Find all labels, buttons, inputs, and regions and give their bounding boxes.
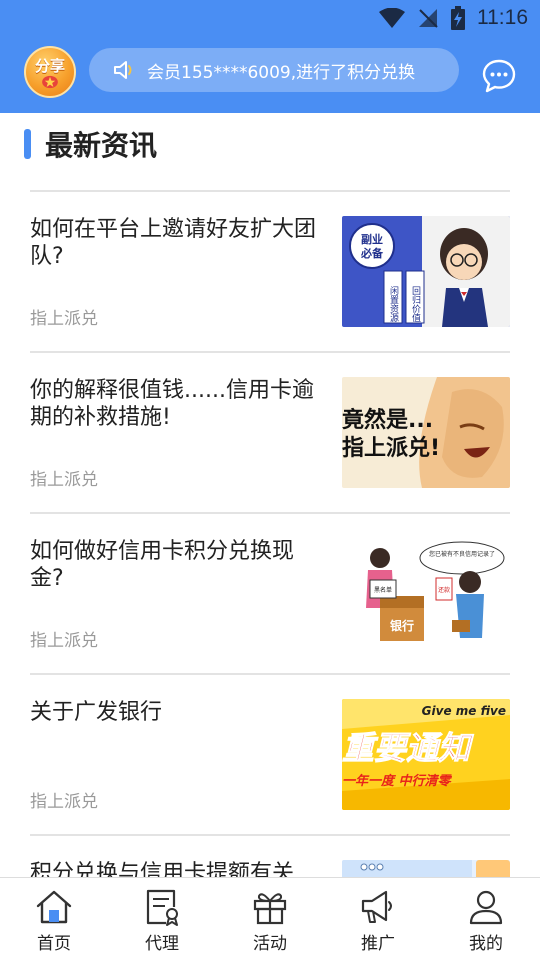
share-button[interactable]: 分享 bbox=[24, 46, 76, 98]
megaphone-icon bbox=[361, 890, 392, 923]
home-icon bbox=[36, 890, 72, 924]
nav-label: 我的 bbox=[469, 934, 503, 954]
news-item[interactable]: 关于广发银行 指上派兑 Give me five 重要通知 一年一度 中行清零 bbox=[30, 699, 510, 813]
news-thumbnail: 竟然是... 指上派兑! bbox=[342, 377, 510, 488]
nav-item-promote[interactable]: 推广 bbox=[324, 878, 432, 960]
section-header: 最新资讯 bbox=[24, 124, 157, 164]
thumb-text: 还款 bbox=[438, 586, 450, 594]
nav-item-mine[interactable]: 我的 bbox=[432, 878, 540, 960]
speaker-icon bbox=[114, 61, 132, 79]
news-item[interactable]: 如何做好信用卡积分兑换现金? 指上派兑 您已被有不良信用记录了 银行 黑名单 还… bbox=[30, 538, 510, 652]
bottom-nav: 首页 代理 活动 推广 我的 bbox=[0, 877, 540, 960]
nav-label: 首页 bbox=[37, 934, 71, 954]
wifi-icon bbox=[379, 8, 405, 28]
nav-item-home[interactable]: 首页 bbox=[0, 878, 108, 960]
news-source: 指上派兑 bbox=[30, 309, 98, 329]
divider bbox=[30, 673, 510, 675]
star-icon bbox=[42, 75, 58, 88]
thumb-text: 一年一度 中行清零 bbox=[342, 773, 453, 789]
news-title: 如何做好信用卡积分兑换现金? bbox=[30, 539, 295, 591]
nav-item-activity[interactable]: 活动 bbox=[216, 878, 324, 960]
notice-text: 会员155****6009,进行了积分兑换 bbox=[147, 62, 416, 83]
divider bbox=[30, 834, 510, 836]
thumb-text: 您已被有不良信用记录了 bbox=[429, 550, 495, 558]
thumb-text: 重要通知 bbox=[342, 729, 474, 767]
news-title: 关于广发银行 bbox=[30, 700, 163, 725]
thumb-text: 回归价值 bbox=[410, 286, 421, 322]
agent-certificate-icon bbox=[146, 889, 178, 926]
status-bar: 11:16 bbox=[379, 0, 540, 36]
news-item[interactable]: 你的解释很值钱......信用卡逾期的补救措施! 指上派兑 竟然是... 指上派… bbox=[30, 377, 510, 491]
chat-icon[interactable] bbox=[481, 58, 517, 94]
news-thumbnail: 您已被有不良信用记录了 银行 黑名单 还款 bbox=[342, 538, 510, 649]
nav-label: 活动 bbox=[253, 934, 287, 954]
divider bbox=[30, 351, 510, 353]
nav-label: 推广 bbox=[361, 934, 395, 954]
thumb-text: 指上派兑! bbox=[342, 435, 440, 461]
no-signal-icon bbox=[419, 9, 438, 28]
announcement-ticker[interactable]: 会员155****6009,进行了积分兑换 bbox=[89, 48, 459, 92]
user-icon bbox=[469, 890, 503, 925]
news-source: 指上派兑 bbox=[30, 631, 98, 651]
divider bbox=[30, 512, 510, 514]
thumb-text: 黑名单 bbox=[374, 586, 392, 594]
news-thumbnail: Give me five 重要通知 一年一度 中行清零 bbox=[342, 699, 510, 810]
news-source: 指上派兑 bbox=[30, 792, 98, 812]
app-header: 11:16 分享 会员155****6009,进行了积分兑换 bbox=[0, 0, 540, 113]
nav-item-agent[interactable]: 代理 bbox=[108, 878, 216, 960]
news-thumbnail: 副业 必备 闲置资源 回归价值 bbox=[342, 216, 510, 327]
thumb-text: 副业 bbox=[361, 232, 383, 246]
news-title: 如何在平台上邀请好友扩大团队? bbox=[30, 217, 317, 269]
section-accent-bar bbox=[24, 129, 31, 159]
thumb-text: 闲置资源 bbox=[388, 286, 399, 323]
thumb-text: 银行 bbox=[390, 618, 414, 633]
thumb-text: 竟然是... bbox=[342, 407, 433, 433]
news-title: 你的解释很值钱......信用卡逾期的补救措施! bbox=[30, 378, 314, 430]
thumb-text: 必备 bbox=[360, 246, 384, 260]
nav-label: 代理 bbox=[145, 934, 179, 954]
divider bbox=[30, 190, 510, 192]
share-label: 分享 bbox=[34, 56, 65, 75]
status-time: 11:16 bbox=[477, 6, 528, 29]
battery-charging-icon bbox=[451, 6, 465, 30]
section-title: 最新资讯 bbox=[45, 129, 158, 162]
gift-icon bbox=[253, 893, 287, 925]
thumb-text: Give me five bbox=[422, 704, 506, 718]
news-item[interactable]: 如何在平台上邀请好友扩大团队? 指上派兑 副业 必备 闲置资源 回归价值 bbox=[30, 216, 510, 330]
news-source: 指上派兑 bbox=[30, 470, 98, 490]
